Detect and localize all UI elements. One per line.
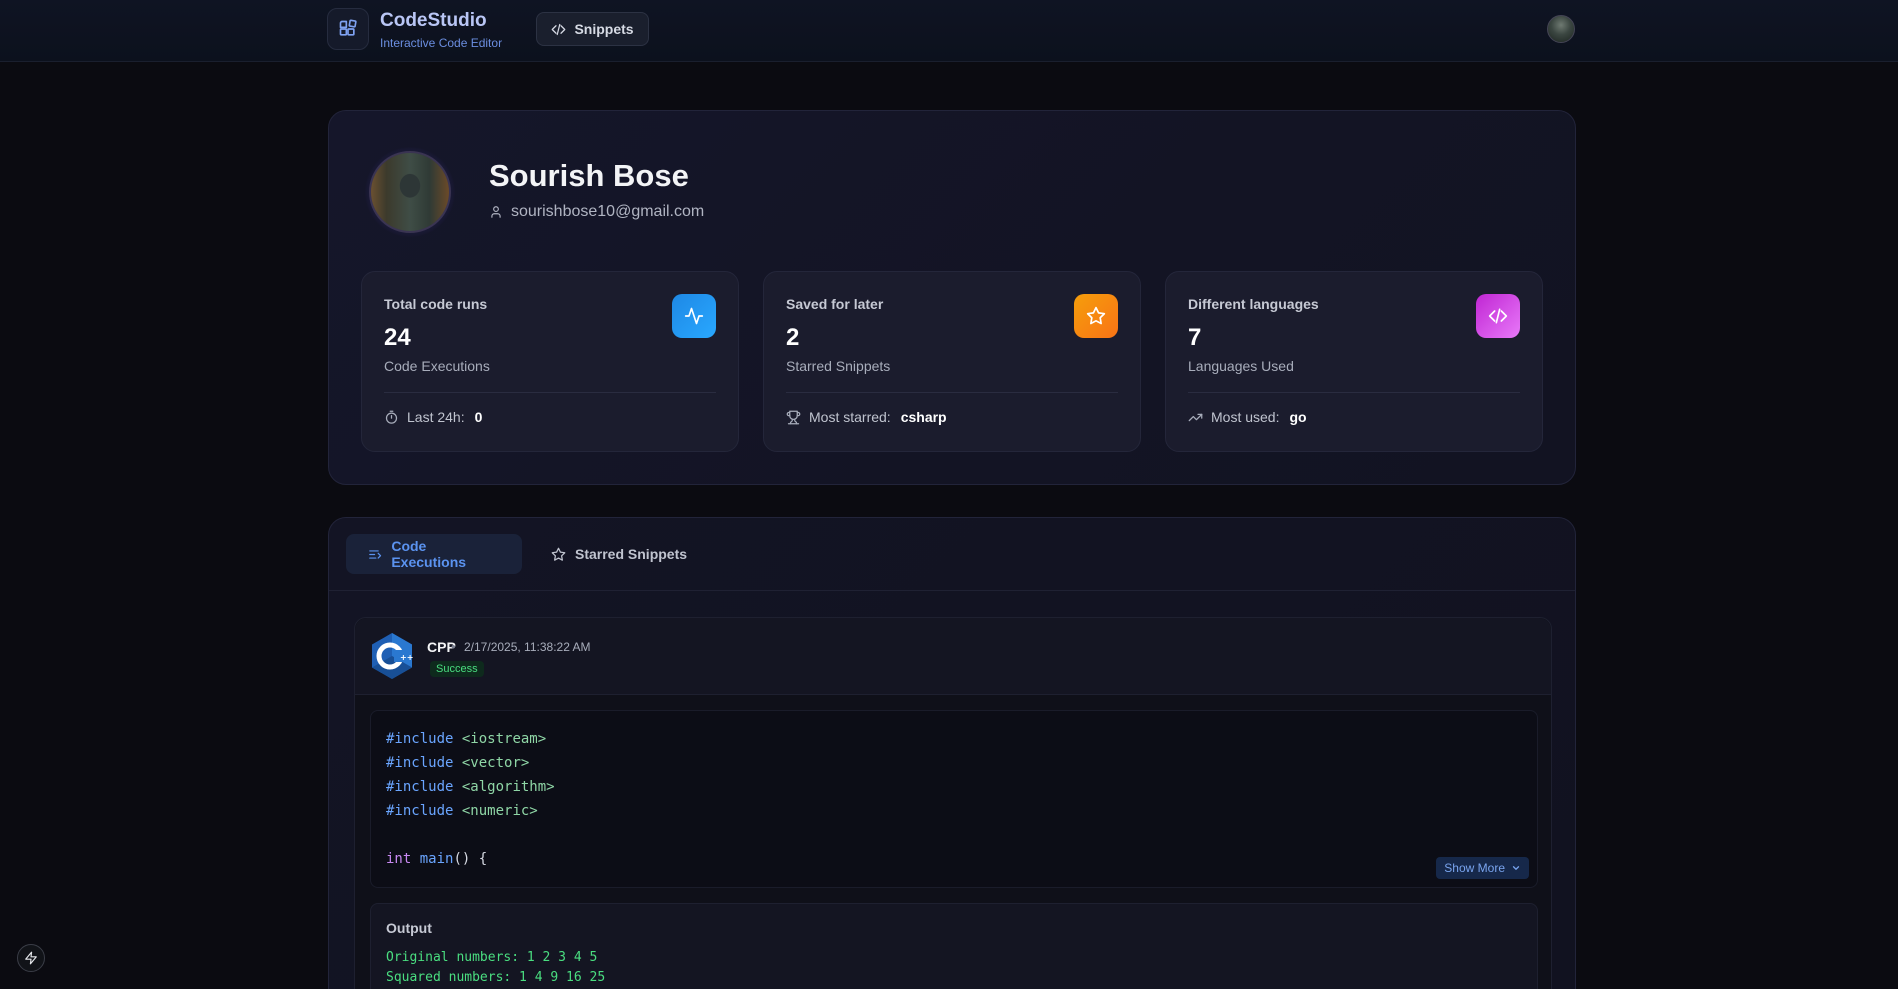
profile-avatar: [369, 151, 451, 233]
code-line: #include <vector>: [386, 751, 555, 775]
trending-up-icon: [1188, 413, 1203, 421]
execution-header: ++ CPP • 2/17/2025, 11:38:22 AM Success: [355, 618, 1551, 695]
code-token: () {: [453, 851, 488, 867]
code-token: <iostream>: [461, 731, 547, 747]
snippets-button[interactable]: Snippets: [536, 12, 649, 46]
code-token: <algorithm>: [461, 779, 555, 795]
profile-email-row: sourishbose10@gmail.com: [489, 203, 704, 221]
bolt-icon: [25, 951, 37, 965]
code-icon-tile: [1476, 294, 1520, 338]
show-more-button[interactable]: Show More: [1436, 857, 1529, 879]
separator-dot: •: [451, 639, 456, 654]
stat-divider: [786, 392, 1118, 393]
stat-footer-value: 0: [474, 409, 483, 425]
code-icon: [1488, 308, 1508, 324]
code-token: #include: [386, 779, 454, 795]
code-line: #include <numeric>: [386, 799, 555, 823]
stat-label: Different languages: [1188, 296, 1319, 312]
code-token: #include: [386, 731, 454, 747]
cpp-logo-icon: ++: [372, 633, 413, 679]
stat-divider: [384, 392, 716, 393]
timer-icon: [385, 410, 398, 424]
stat-footer: Most used: go: [1188, 409, 1307, 425]
profile-email: sourishbose10@gmail.com: [511, 203, 705, 220]
svg-text:++: ++: [400, 653, 413, 662]
profile-name: Sourish Bose: [489, 158, 689, 193]
stat-description: Languages Used: [1188, 358, 1294, 374]
output-panel: Output Original numbers: 1 2 3 4 5 Squar…: [370, 903, 1538, 989]
content-card: Code Executions Starred Snippets ++ CPP …: [328, 517, 1576, 989]
user-avatar-button[interactable]: [1547, 15, 1575, 43]
list-icon: [369, 549, 382, 559]
stat-description: Code Executions: [384, 358, 490, 374]
tabs-bar: Code Executions Starred Snippets: [329, 518, 1575, 591]
stat-card-saved: Saved for later 2 Starred Snippets Most …: [763, 271, 1141, 452]
stat-footer-label: Most starred:: [809, 409, 891, 425]
code-token: #include: [386, 803, 454, 819]
show-more-label: Show More: [1444, 861, 1505, 875]
execution-card: ++ CPP • 2/17/2025, 11:38:22 AM Success …: [354, 617, 1552, 989]
stat-divider: [1188, 392, 1520, 393]
code-token: <vector>: [461, 755, 530, 771]
stat-label: Total code runs: [384, 296, 488, 312]
code-block: #include <iostream> #include <vector> #i…: [370, 710, 1538, 888]
blocks-icon: [339, 19, 357, 36]
stat-footer-value: csharp: [900, 409, 947, 425]
stat-footer-label: Last 24h:: [407, 409, 465, 425]
snippets-button-label: Snippets: [574, 21, 634, 37]
star-icon-tile: [1074, 294, 1118, 338]
output-title: Output: [386, 920, 432, 936]
output-lines: Original numbers: 1 2 3 4 5 Squared numb…: [386, 948, 605, 988]
tab-code-executions[interactable]: Code Executions: [346, 534, 522, 574]
stat-card-code-runs: Total code runs 24 Code Executions Last …: [361, 271, 739, 452]
code-icon: [552, 23, 566, 35]
chevron-down-icon: [1512, 866, 1520, 870]
star-icon: [1086, 306, 1106, 325]
stat-footer: Last 24h: 0: [384, 409, 482, 425]
stat-value: 2: [786, 324, 800, 351]
trophy-icon: [786, 410, 801, 424]
logo[interactable]: [327, 8, 369, 50]
status-badge: Success: [430, 661, 484, 677]
brand-title[interactable]: CodeStudio: [380, 10, 487, 32]
code-line: int main() {: [386, 847, 555, 871]
activity-icon: [684, 307, 704, 325]
code-token: int: [386, 851, 412, 867]
dev-tools-button[interactable]: [17, 944, 45, 972]
tab-starred-snippets[interactable]: Starred Snippets: [529, 534, 709, 574]
tab-label: Starred Snippets: [575, 546, 688, 562]
code-token: <numeric>: [461, 803, 538, 819]
stat-card-languages: Different languages 7 Languages Used Mos…: [1165, 271, 1543, 452]
stat-footer-label: Most used:: [1211, 409, 1280, 425]
code-line: #include <algorithm>: [386, 775, 555, 799]
star-icon: [551, 547, 566, 561]
output-line: Squared numbers: 1 4 9 16 25: [386, 970, 606, 985]
code-token: main: [419, 851, 454, 867]
user-icon: [491, 206, 501, 218]
execution-timestamp: 2/17/2025, 11:38:22 AM: [464, 640, 591, 654]
tab-label: Code Executions: [391, 538, 467, 570]
profile-card: Sourish Bose sourishbose10@gmail.com Tot…: [328, 110, 1576, 485]
brand-subtitle: Interactive Code Editor: [380, 36, 503, 50]
stat-value: 7: [1188, 324, 1202, 351]
stat-footer: Most starred: csharp: [786, 409, 947, 425]
stat-description: Starred Snippets: [786, 358, 891, 374]
output-line: Original numbers: 1 2 3 4 5: [386, 950, 598, 965]
code-line: #include <iostream>: [386, 727, 555, 751]
stat-label: Saved for later: [786, 296, 884, 312]
activity-icon-tile: [672, 294, 716, 338]
code-lines: #include <iostream> #include <vector> #i…: [386, 727, 555, 871]
top-nav: CodeStudio Interactive Code Editor Snipp…: [0, 0, 1898, 62]
stat-value: 24: [384, 324, 411, 351]
stat-footer-value: go: [1289, 409, 1307, 425]
code-token: #include: [386, 755, 454, 771]
